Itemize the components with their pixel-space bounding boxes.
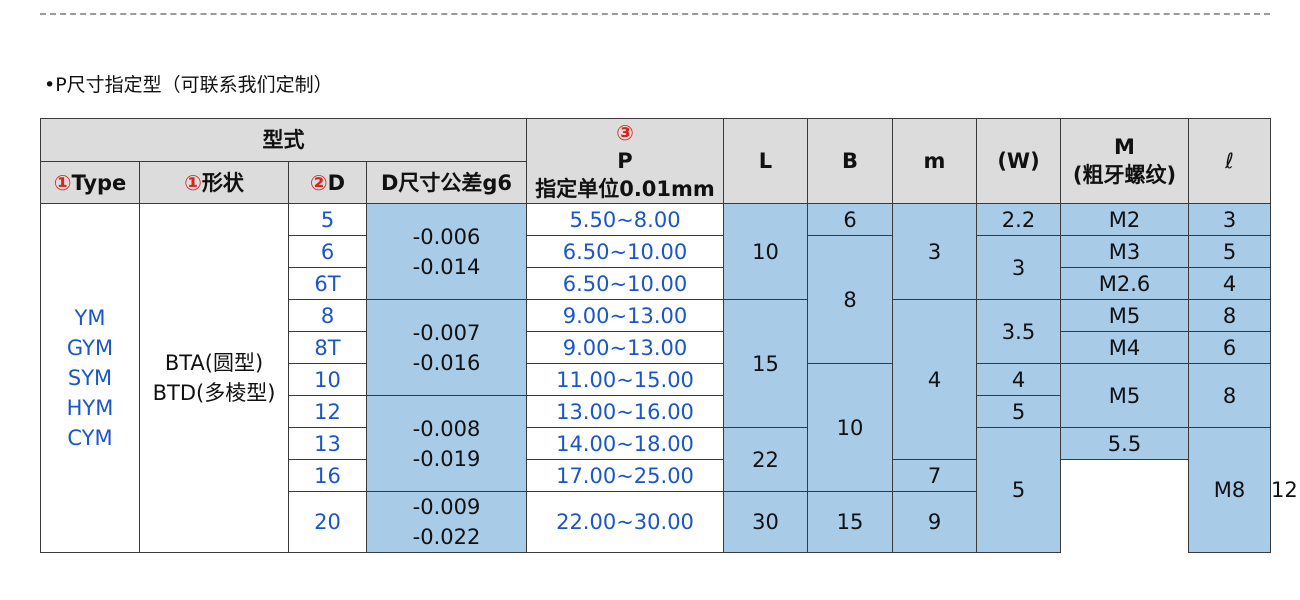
tolerance-cell: -0.008 -0.019 (366, 395, 527, 492)
header-p-sub: 指定单位0.01mm (535, 177, 715, 201)
header-shape: ①形状 (139, 161, 289, 204)
b-cell: 10 (807, 363, 893, 492)
d-cell: 10 (288, 363, 367, 396)
thread-cell: M8 (1188, 427, 1271, 553)
thread-cell: M2 (1060, 203, 1189, 236)
p-cell: 22.00~30.00 (526, 491, 724, 553)
tolerance-cell: -0.006 -0.014 (366, 203, 527, 300)
spec-table: 型式 ③P 指定单位0.01mm L B m (W) M (粗牙螺纹) ℓ ①T… (40, 117, 1298, 553)
header-group-type: 型式 (40, 117, 527, 163)
d-cell: 6T (288, 267, 367, 300)
w-cell: 5 (976, 395, 1061, 428)
tolerance-cell: -0.009 -0.022 (366, 491, 527, 553)
ell-cell: 8 (1188, 299, 1271, 332)
header-thread-sub: (粗牙螺纹) (1072, 163, 1177, 187)
type-cell: YM GYM SYM HYM CYM (40, 203, 140, 553)
m-cell: 5 (976, 427, 1061, 553)
w-cell: 3.5 (976, 299, 1061, 364)
w-cell: 7 (892, 459, 977, 492)
w-cell: 3 (976, 235, 1061, 300)
thread-cell: M2.6 (1060, 267, 1189, 300)
p-cell: 6.50~10.00 (526, 267, 724, 300)
p-cell: 13.00~16.00 (526, 395, 724, 428)
header-tolerance: D尺寸公差g6 (366, 161, 527, 204)
header-thread: M (粗牙螺纹) (1060, 118, 1189, 204)
thread-cell: M4 (1060, 331, 1189, 364)
w-cell: 9 (892, 491, 977, 553)
ell-cell: 4 (1188, 267, 1271, 300)
header-w: (W) (976, 118, 1061, 204)
l-cell: 22 (723, 427, 808, 492)
l-cell: 30 (723, 491, 808, 553)
d-cell: 8T (288, 331, 367, 364)
shape-cell: BTA(圆型) BTD(多棱型) (139, 203, 289, 553)
m-cell: 3 (892, 203, 977, 300)
header-d: ②D (288, 161, 367, 204)
p-cell: 9.00~13.00 (526, 299, 724, 332)
header-p: ③P 指定单位0.01mm (526, 118, 724, 204)
m-cell: 4 (892, 299, 977, 460)
p-cell: 17.00~25.00 (526, 459, 724, 492)
b-cell: 15 (807, 491, 893, 553)
ell-cell: 5 (1188, 235, 1271, 268)
ell-cell: 6 (1188, 331, 1271, 364)
section-title: •P尺寸指定型（可联系我们定制） (44, 74, 333, 96)
p-cell: 6.50~10.00 (526, 235, 724, 268)
header-ell: ℓ (1188, 118, 1271, 204)
tolerance-cell: -0.007 -0.016 (366, 299, 527, 396)
thread-cell: M5 (1060, 299, 1189, 332)
circle-num-3: ③ (616, 121, 634, 145)
d-cell: 5 (288, 203, 367, 236)
d-cell: 6 (288, 235, 367, 268)
dashed-divider (40, 13, 1270, 15)
thread-cell: M3 (1060, 235, 1189, 268)
header-m: m (892, 118, 977, 204)
ell-cell: 3 (1188, 203, 1271, 236)
w-cell: 4 (976, 363, 1061, 396)
p-cell: 9.00~13.00 (526, 331, 724, 364)
ell-cell: 8 (1188, 363, 1271, 428)
thread-cell: M5 (1060, 363, 1189, 428)
header-type: ①Type (40, 161, 140, 204)
l-cell: 15 (723, 299, 808, 428)
p-cell: 11.00~15.00 (526, 363, 724, 396)
header-b: B (807, 118, 893, 204)
header-l: L (723, 118, 808, 204)
l-cell: 10 (723, 203, 808, 300)
b-cell: 6 (807, 203, 893, 236)
d-cell: 16 (288, 459, 367, 492)
p-cell: 14.00~18.00 (526, 427, 724, 460)
d-cell: 12 (288, 395, 367, 428)
b-cell: 8 (807, 235, 893, 364)
d-cell: 13 (288, 427, 367, 460)
w-cell: 2.2 (976, 203, 1061, 236)
w-cell: 5.5 (1060, 427, 1189, 460)
d-cell: 20 (288, 491, 367, 553)
d-cell: 8 (288, 299, 367, 332)
p-cell: 5.50~8.00 (526, 203, 724, 236)
